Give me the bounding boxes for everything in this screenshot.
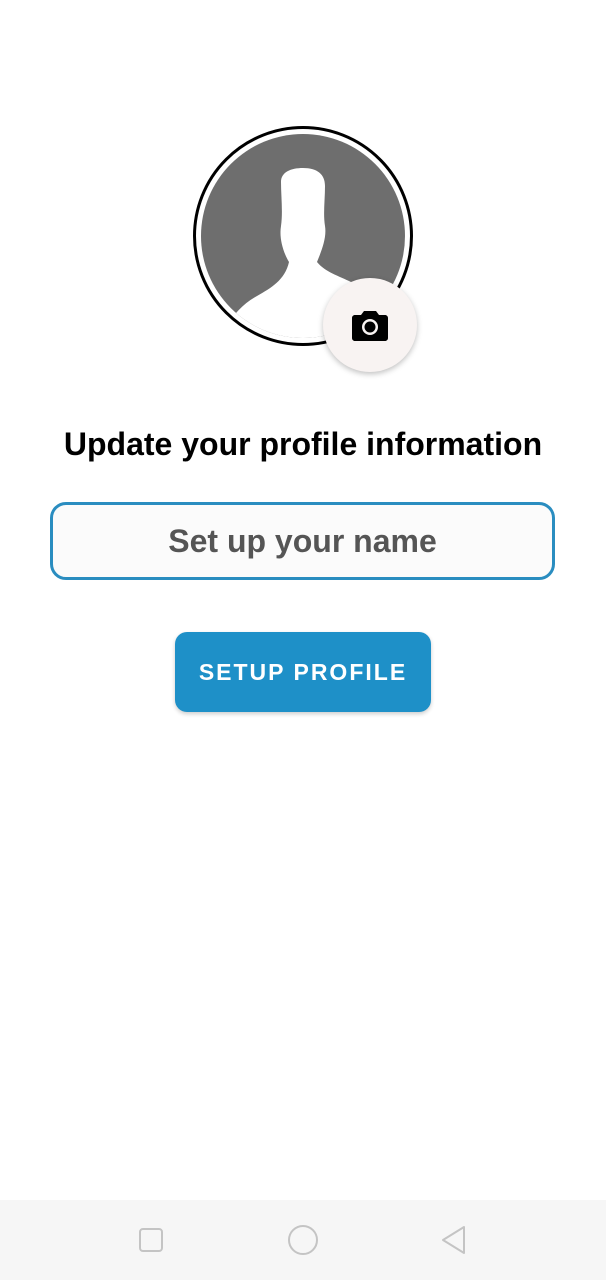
square-icon [139,1228,163,1252]
nav-back-button[interactable] [436,1222,472,1258]
change-photo-button[interactable] [323,278,417,372]
circle-icon [288,1225,318,1255]
nav-home-button[interactable] [285,1222,321,1258]
avatar-container [193,126,417,372]
nav-recent-apps-button[interactable] [133,1222,169,1258]
camera-icon [352,311,388,341]
profile-setup-screen: Update your profile information SETUP PR… [0,0,606,1280]
page-title: Update your profile information [63,426,543,462]
name-input[interactable] [50,502,555,580]
triangle-back-icon [442,1226,465,1254]
setup-profile-button[interactable]: SETUP PROFILE [175,632,431,712]
system-nav-bar [0,1200,606,1280]
